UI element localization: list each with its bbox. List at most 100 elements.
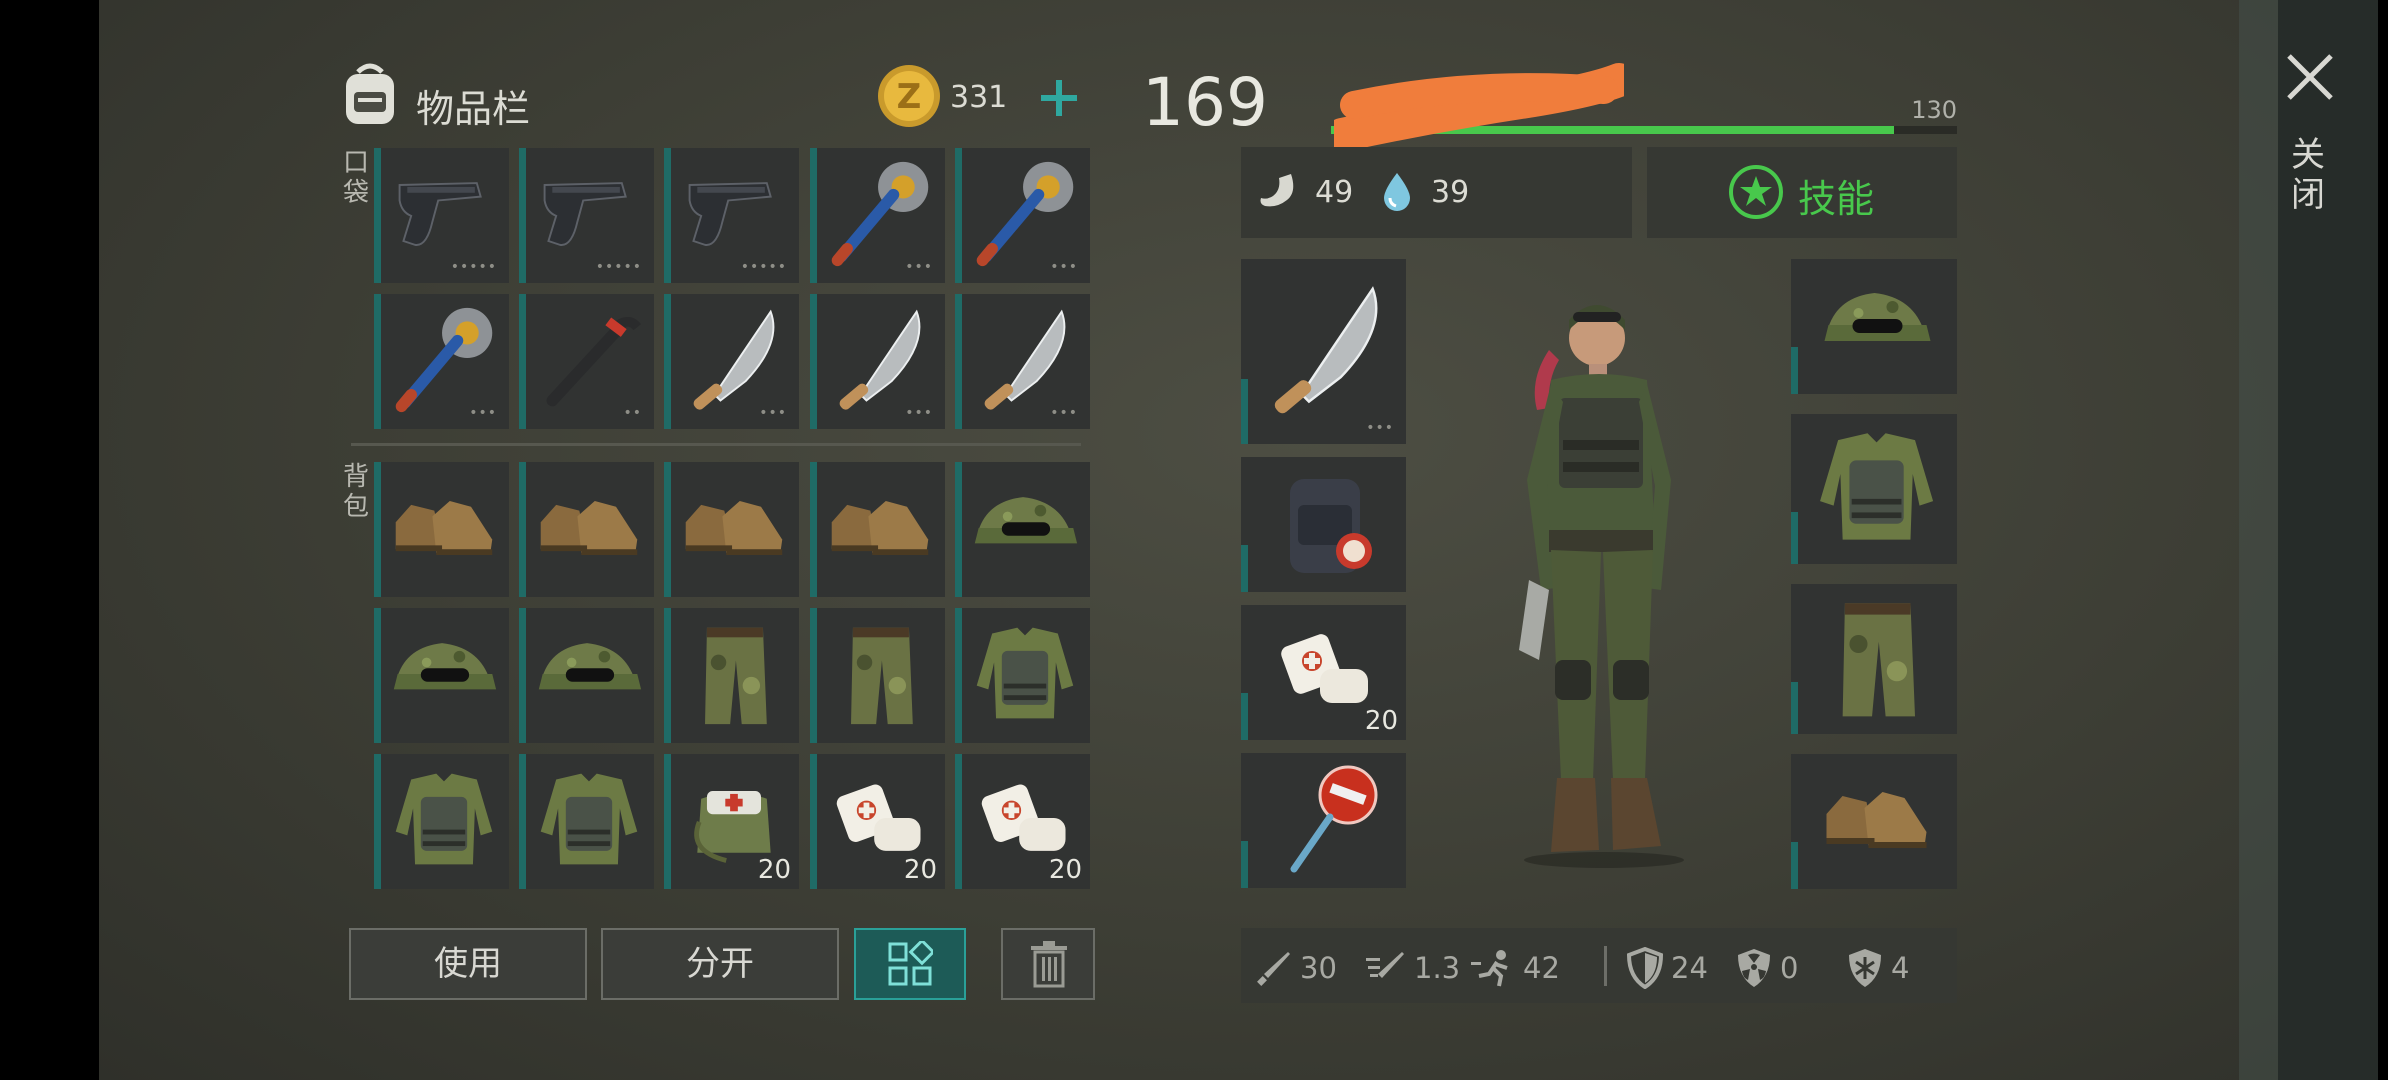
slot-accent-bar <box>664 608 671 743</box>
slot-accent-bar <box>374 608 381 743</box>
slot-accent-bar <box>664 754 671 889</box>
equipment-slot[interactable] <box>1791 754 1957 889</box>
slot-accent-bar <box>664 148 671 283</box>
backpack-slot[interactable] <box>519 462 654 597</box>
backpack-slot[interactable]: 20 <box>955 754 1090 889</box>
cold-value: 4 <box>1891 951 1910 985</box>
equipment-slot[interactable] <box>1791 259 1957 394</box>
camo-cap-icon <box>1824 293 1931 341</box>
item-count: 20 <box>903 855 937 885</box>
camo-pants-icon <box>851 627 913 725</box>
slot-accent-bar <box>664 462 671 597</box>
snowflake-shield-icon <box>1849 949 1881 987</box>
backpack-slot[interactable] <box>810 462 945 597</box>
backpack-slot[interactable] <box>374 754 509 889</box>
slot-accent-bar <box>519 148 526 283</box>
backpack-slot[interactable] <box>374 462 509 597</box>
character-model <box>1519 305 1684 868</box>
pocket-slot[interactable]: ••• <box>374 294 509 429</box>
backpack-slot[interactable]: 20 <box>664 754 799 889</box>
backpack-slot[interactable] <box>664 608 799 743</box>
backpack-slot[interactable] <box>955 462 1090 597</box>
backpack-slot[interactable] <box>519 754 654 889</box>
equipment-slot[interactable] <box>1241 753 1406 888</box>
slot-accent-bar <box>1241 544 1248 592</box>
pocket-slot[interactable]: ••••• <box>664 148 799 283</box>
camo-cap-icon <box>974 497 1078 544</box>
skills-button[interactable]: 技能 <box>1647 147 1957 238</box>
durability-dots: ••••• <box>595 259 642 275</box>
section-divider <box>351 443 1081 446</box>
backpack-slot[interactable]: 20 <box>810 754 945 889</box>
skills-star-icon <box>1729 165 1783 219</box>
sword-icon <box>1257 952 1290 986</box>
slot-accent-bar <box>955 754 962 889</box>
equipment-slot[interactable]: ••• <box>1241 259 1406 444</box>
backpack-slot[interactable] <box>374 608 509 743</box>
pocket-slot[interactable]: ••• <box>810 148 945 283</box>
shield-icon <box>1626 947 1664 989</box>
camo-vest-icon <box>395 773 493 865</box>
backpack-slot[interactable] <box>810 608 945 743</box>
pocket-slot[interactable]: ••• <box>955 148 1090 283</box>
movement-stat: 42 <box>1469 933 1560 1003</box>
radiation-stat: 0 <box>1734 933 1798 1003</box>
durability-dots: ••••• <box>740 259 787 275</box>
pocket-slot[interactable]: •• <box>519 294 654 429</box>
movement-value: 42 <box>1523 951 1560 985</box>
use-button[interactable]: 使用 <box>349 928 587 1000</box>
radiation-value: 0 <box>1780 951 1799 985</box>
trash-icon <box>1031 941 1067 988</box>
close-label[interactable]: 关闭 <box>2291 135 2327 215</box>
coin-icon: Z <box>878 65 940 127</box>
durability-dots: ••• <box>905 259 933 275</box>
backpack-slot[interactable] <box>519 608 654 743</box>
equipment-slot[interactable] <box>1241 457 1406 592</box>
pocket-label: 口袋 <box>343 148 370 208</box>
health-value: 169 <box>1142 64 1268 141</box>
pistol-icon <box>543 182 627 246</box>
machete-icon <box>1274 286 1378 414</box>
durability-dots: ••• <box>1050 405 1078 421</box>
saw-mace-icon <box>395 307 493 413</box>
sort-button[interactable] <box>854 928 966 1000</box>
slot-accent-bar <box>664 294 671 429</box>
pocket-slot[interactable]: ••••• <box>374 148 509 283</box>
slot-accent-bar <box>1791 841 1798 889</box>
skills-label: 技能 <box>1798 177 1875 221</box>
slot-accent-bar <box>955 148 962 283</box>
backpack-slot[interactable] <box>664 462 799 597</box>
slot-accent-bar <box>810 754 817 889</box>
backpack-icon <box>346 63 394 124</box>
pocket-slot[interactable]: ••• <box>810 294 945 429</box>
running-icon <box>1471 950 1508 987</box>
equipment-slot[interactable]: 20 <box>1241 605 1406 740</box>
camo-vest-icon <box>976 627 1074 719</box>
slot-accent-bar <box>1241 379 1248 444</box>
cold-stat: 4 <box>1845 933 1909 1003</box>
inventory-title: 物品栏 <box>416 87 531 131</box>
attack-speed-value: 1.3 <box>1414 951 1461 985</box>
split-button[interactable]: 分开 <box>601 928 839 1000</box>
pocket-slot[interactable]: ••••• <box>519 148 654 283</box>
slot-accent-bar <box>1791 346 1798 394</box>
slot-accent-bar <box>955 462 962 597</box>
trash-button[interactable] <box>1001 928 1095 1000</box>
equipment-slot[interactable] <box>1791 584 1957 734</box>
attack-speed-stat: 1.3 <box>1364 933 1460 1003</box>
durability-dots: ••••• <box>450 259 497 275</box>
pocket-slot[interactable]: ••• <box>664 294 799 429</box>
equipment-slot[interactable] <box>1791 414 1957 564</box>
grid-sort-icon <box>888 941 933 986</box>
close-icon[interactable] <box>2285 52 2335 102</box>
slot-accent-bar <box>374 754 381 889</box>
defense-stat: 24 <box>1625 933 1708 1003</box>
boots-icon <box>685 500 783 556</box>
durability-dots: ••• <box>905 405 933 421</box>
slot-accent-bar <box>955 294 962 429</box>
radiation-shield-icon <box>1738 949 1770 987</box>
saw-mace-icon <box>831 161 929 267</box>
backpack-slot[interactable] <box>955 608 1090 743</box>
pocket-slot[interactable]: ••• <box>955 294 1090 429</box>
add-coins-button[interactable] <box>1039 78 1079 118</box>
